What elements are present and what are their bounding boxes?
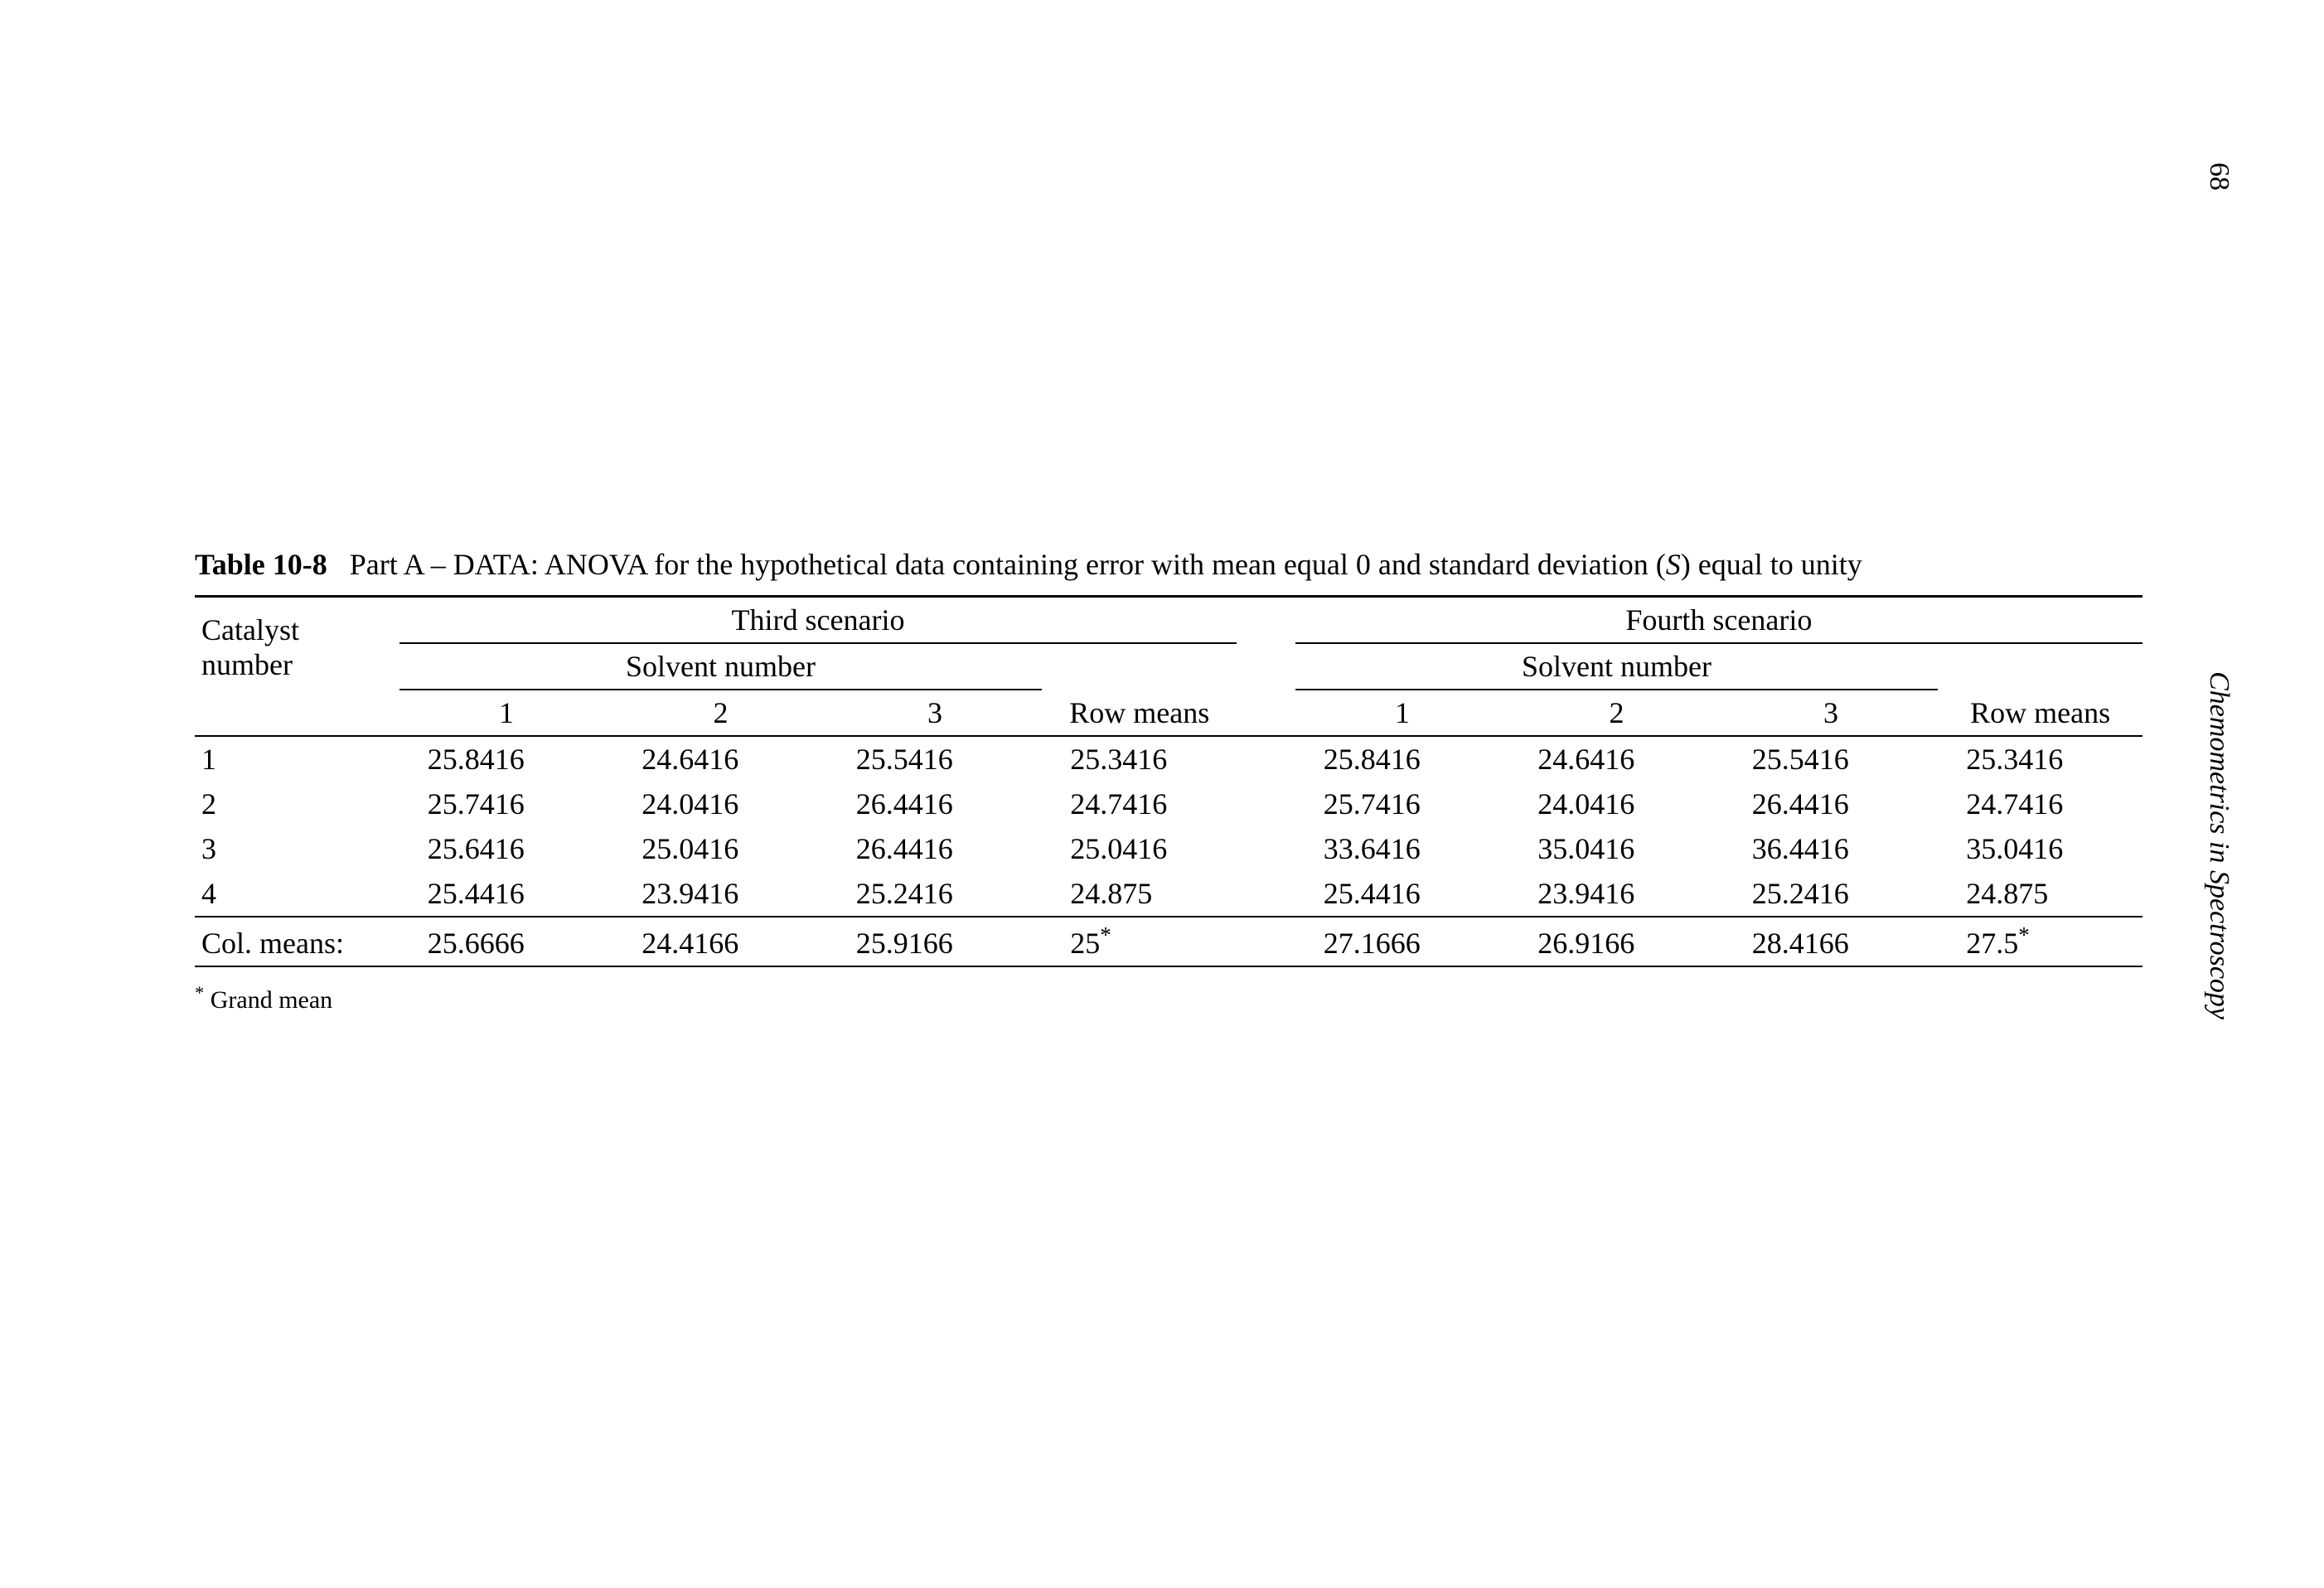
cell: 26.4416 <box>828 782 1043 826</box>
table-row: 3 25.6416 25.0416 26.4416 25.0416 33.641… <box>195 826 2142 871</box>
cell: 23.9416 <box>613 871 828 917</box>
cell: 26.4416 <box>1724 782 1939 826</box>
cell: 25.5416 <box>828 736 1043 782</box>
cell: 33.6416 <box>1295 826 1510 871</box>
cell-gap <box>1237 782 1295 826</box>
row-label: 2 <box>195 782 399 826</box>
col-mean: 24.4166 <box>613 917 828 966</box>
asterisk-icon: * <box>1100 922 1111 947</box>
header-col-3-1: 1 <box>399 690 614 736</box>
cell-gap <box>1237 917 1295 966</box>
cell: 25.2416 <box>828 871 1043 917</box>
header-col-4-2: 2 <box>1509 690 1724 736</box>
table-row: 4 25.4416 23.9416 25.2416 24.875 25.4416… <box>195 871 2142 917</box>
cell: 25.7416 <box>1295 782 1510 826</box>
cell: 24.6416 <box>613 736 828 782</box>
header-gap-3 <box>1237 690 1295 736</box>
cell-rowmean: 24.875 <box>1042 871 1237 917</box>
table-caption: Table 10-8 Part A – DATA: ANOVA for the … <box>195 547 2142 582</box>
caption-S: S <box>1666 548 1681 581</box>
cell: 25.6416 <box>399 826 614 871</box>
table-row: 2 25.7416 24.0416 26.4416 24.7416 25.741… <box>195 782 2142 826</box>
col-mean: 25.9166 <box>828 917 1043 966</box>
cell: 25.5416 <box>1724 736 1939 782</box>
caption-text-1 <box>335 548 350 581</box>
cell: 36.4416 <box>1724 826 1939 871</box>
cell-rowmean: 25.3416 <box>1042 736 1237 782</box>
cell: 24.6416 <box>1509 736 1724 782</box>
table-block: Table 10-8 Part A – DATA: ANOVA for the … <box>195 547 2142 1014</box>
footnote-text: Grand mean <box>211 986 332 1014</box>
cell-rowmean: 25.0416 <box>1042 826 1237 871</box>
cell: 25.7416 <box>399 782 614 826</box>
cell: 25.2416 <box>1724 871 1939 917</box>
header-row-2: Solvent number Row means Solvent number … <box>195 643 2142 690</box>
cell: 25.8416 <box>399 736 614 782</box>
grand-mean-4-val: 27.5 <box>1966 927 2018 960</box>
table-label: Table 10-8 <box>195 548 327 581</box>
col-mean: 28.4166 <box>1724 917 1939 966</box>
header-rowmeans-4: Row means <box>1938 643 2142 736</box>
data-table: Catalyst number Third scenario Fourth sc… <box>195 595 2142 967</box>
table-footnote: * Grand mean <box>195 982 2142 1014</box>
row-label: 1 <box>195 736 399 782</box>
row-label: 3 <box>195 826 399 871</box>
cell-rowmean: 35.0416 <box>1938 826 2142 871</box>
cell-rowmean: 24.7416 <box>1938 782 2142 826</box>
page: 68 Chemometrics in Spectroscopy Table 10… <box>0 0 2324 1588</box>
table-row: 1 25.8416 24.6416 25.5416 25.3416 25.841… <box>195 736 2142 782</box>
cell: 25.8416 <box>1295 736 1510 782</box>
caption-text-3: ) equal to unity <box>1681 548 1862 581</box>
cell: 25.4416 <box>399 871 614 917</box>
header-scenario-3: Third scenario <box>399 597 1237 644</box>
asterisk-icon: * <box>2018 922 2030 947</box>
header-solvent-4: Solvent number <box>1295 643 1939 690</box>
header-col-3-3: 3 <box>828 690 1043 736</box>
col-means-row: Col. means: 25.6666 24.4166 25.9166 25* … <box>195 917 2142 966</box>
header-solvent-3: Solvent number <box>399 643 1043 690</box>
header-gap-2 <box>1237 643 1295 690</box>
header-col-4-3: 3 <box>1724 690 1939 736</box>
caption-text-2: Part A – DATA: ANOVA for the hypothetica… <box>350 548 1666 581</box>
asterisk-icon: * <box>195 982 204 1003</box>
header-row-1: Catalyst number Third scenario Fourth sc… <box>195 597 2142 644</box>
grand-mean-3: 25* <box>1042 917 1237 966</box>
header-rowmeans-3: Row means <box>1042 643 1237 736</box>
cell-gap <box>1237 736 1295 782</box>
col-mean: 27.1666 <box>1295 917 1510 966</box>
grand-mean-3-val: 25 <box>1070 927 1100 960</box>
cell-gap <box>1237 826 1295 871</box>
cell: 26.4416 <box>828 826 1043 871</box>
cell-rowmean: 25.3416 <box>1938 736 2142 782</box>
page-number: 68 <box>2203 162 2234 191</box>
header-gap <box>1237 597 1295 644</box>
cell-gap <box>1237 871 1295 917</box>
cell: 24.0416 <box>1509 782 1724 826</box>
header-catalyst: Catalyst number <box>195 597 399 737</box>
col-means-label: Col. means: <box>195 917 399 966</box>
cell: 25.0416 <box>613 826 828 871</box>
cell: 23.9416 <box>1509 871 1724 917</box>
cell: 24.0416 <box>613 782 828 826</box>
row-label: 4 <box>195 871 399 917</box>
cell-rowmean: 24.7416 <box>1042 782 1237 826</box>
header-col-4-1: 1 <box>1295 690 1510 736</box>
cell: 25.4416 <box>1295 871 1510 917</box>
col-mean: 25.6666 <box>399 917 614 966</box>
cell-rowmean: 24.875 <box>1938 871 2142 917</box>
book-running-title: Chemometrics in Spectroscopy <box>2203 671 2234 1019</box>
header-col-3-2: 2 <box>613 690 828 736</box>
cell: 35.0416 <box>1509 826 1724 871</box>
col-mean: 26.9166 <box>1509 917 1724 966</box>
header-scenario-4: Fourth scenario <box>1295 597 2142 644</box>
grand-mean-4: 27.5* <box>1938 917 2142 966</box>
